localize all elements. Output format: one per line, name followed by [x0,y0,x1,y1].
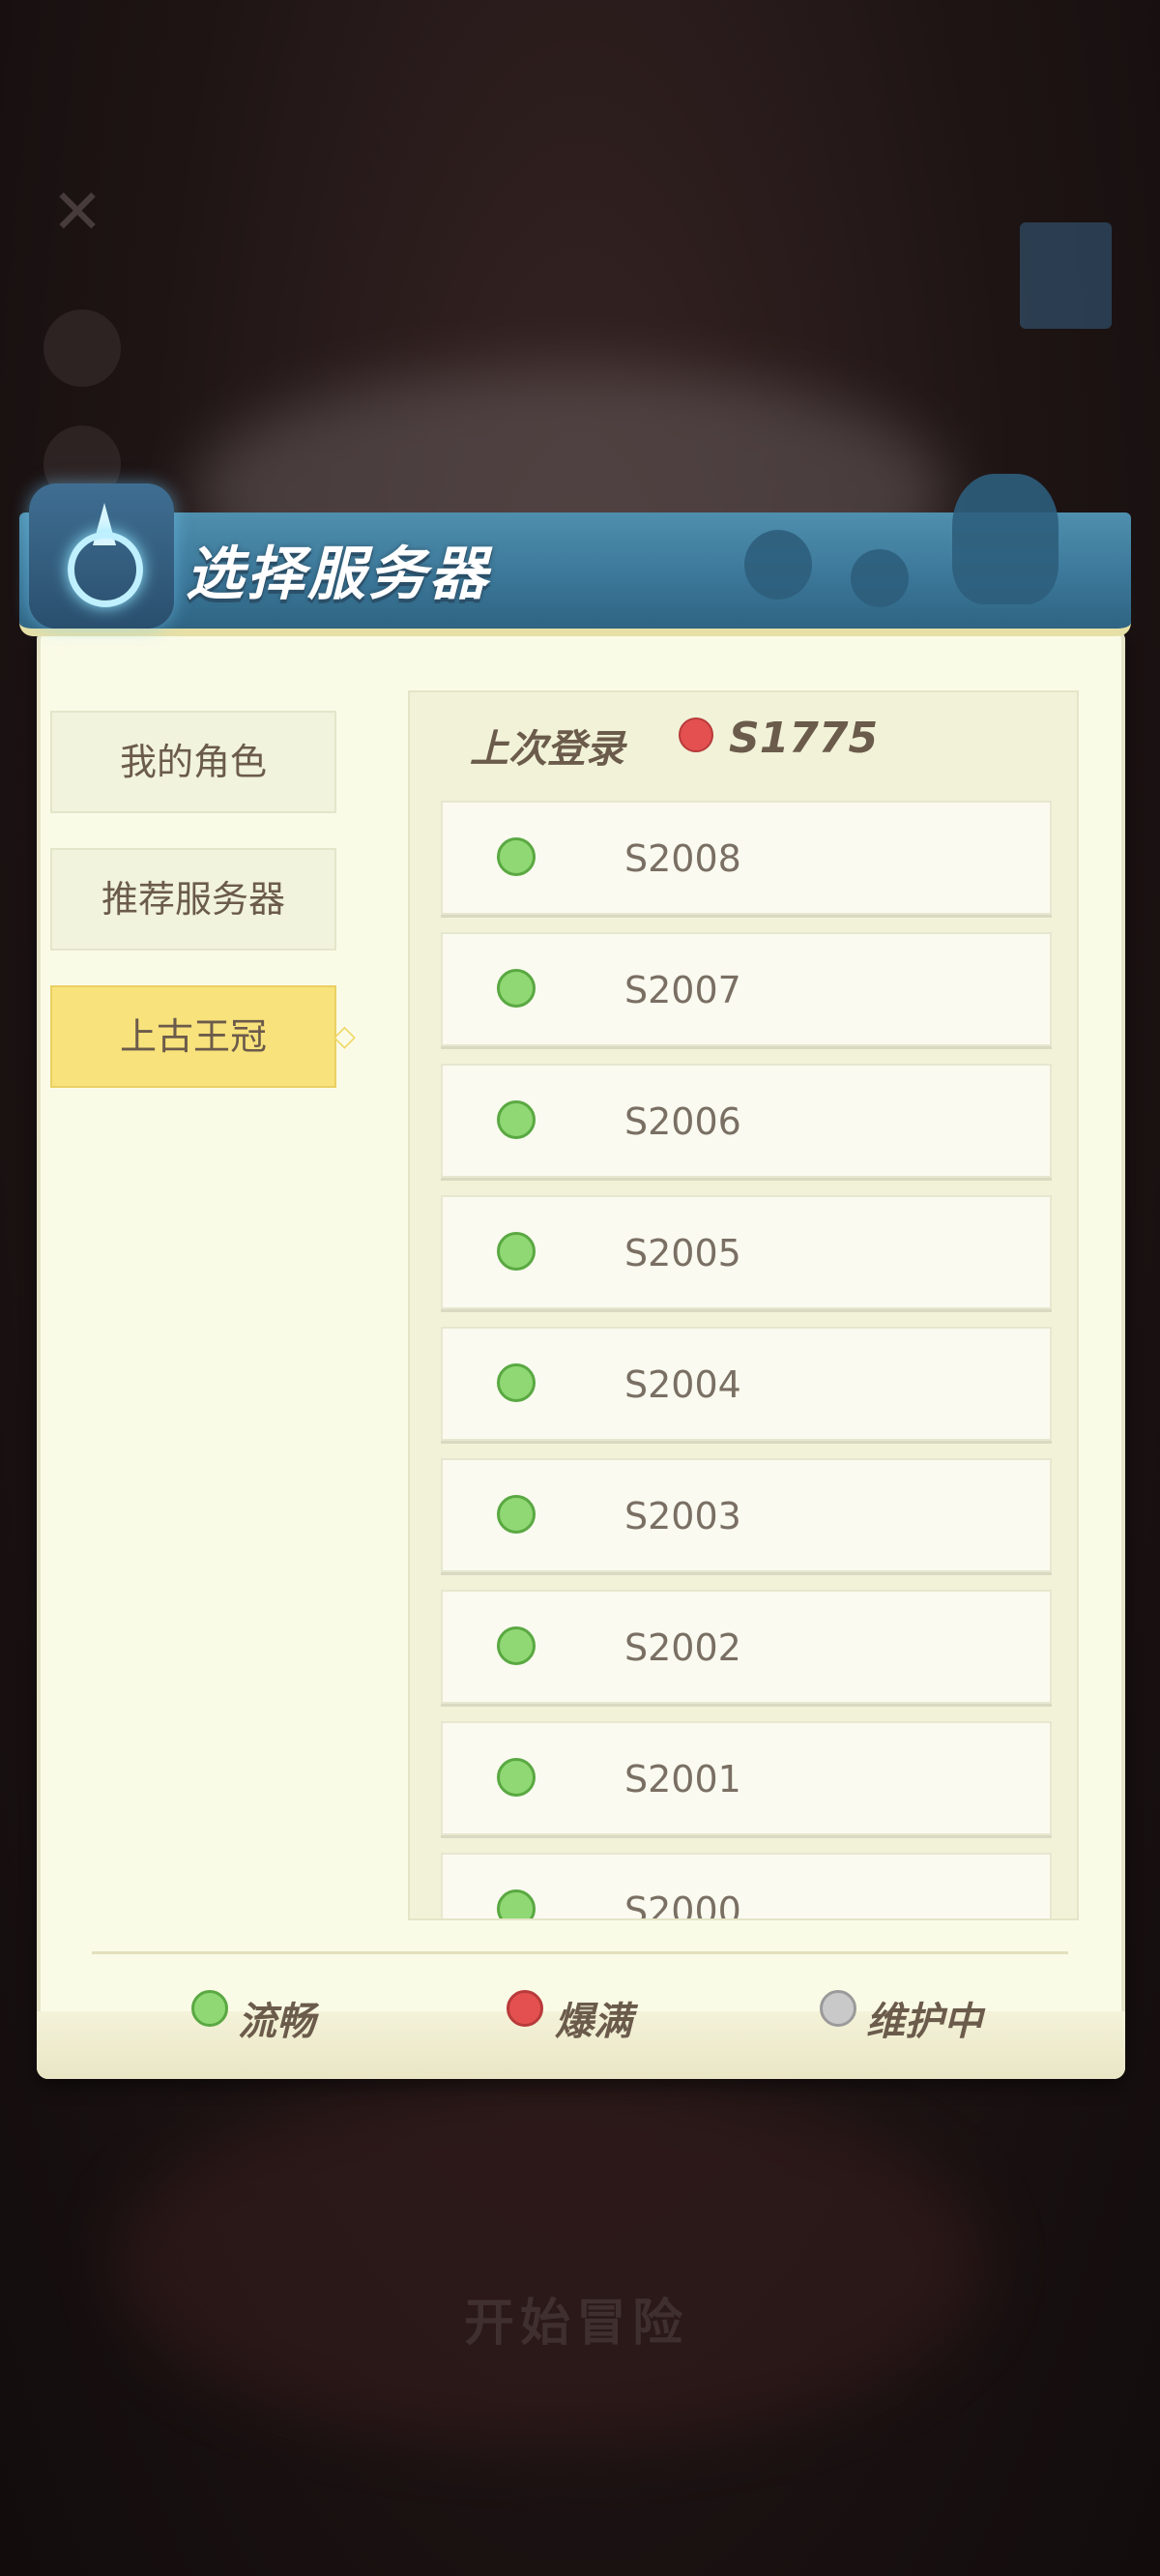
status-dot-smooth [497,1626,536,1665]
background-blur [116,2079,986,2446]
server-row[interactable]: S2000 [441,1853,1052,1920]
server-name: S2008 [624,837,741,880]
server-row[interactable]: S2002 [441,1590,1052,1704]
last-login-label: 上次登录 [470,727,624,772]
status-dot-smooth [497,1100,536,1139]
server-row[interactable]: S2007 [441,932,1052,1046]
server-name: S2006 [624,1100,741,1143]
tab-ancient-crown[interactable]: 上古王冠 ◇ [50,985,356,1088]
server-row[interactable]: S2008 [441,801,1052,915]
banner-character-decoration [744,530,812,600]
legend-smooth-label: 流畅 [238,2000,315,2044]
dialog-title: 选择服务器 [186,541,490,608]
server-row[interactable]: S2003 [441,1458,1052,1572]
server-name: S2001 [624,1758,741,1800]
status-dot-smooth [497,837,536,876]
tab-label: 推荐服务器 [101,878,285,921]
server-name: S2002 [624,1626,741,1669]
server-name: S2007 [624,969,741,1011]
last-login-status-dot [679,717,713,752]
server-name: S2003 [624,1495,741,1537]
background-start-label: 开始冒险 [464,2295,689,2353]
legend-full-label: 爆满 [555,2000,632,2044]
banner-character-decoration [952,474,1058,604]
server-list-panel[interactable]: 上次登录 S1775 S2008 S2007 S2006 S2005 S2004… [408,690,1079,1920]
status-dot-smooth [497,1495,536,1534]
legend-maintenance-dot [820,1990,856,2027]
server-name: S2005 [624,1232,741,1274]
background-close-icon: ✕ [51,177,103,249]
server-emblem-icon [29,483,174,629]
tab-recommended-servers[interactable]: 推荐服务器 [50,848,336,951]
background-round-icon [44,309,121,387]
legend-maintenance-label: 维护中 [866,2000,982,2044]
server-row[interactable]: S2006 [441,1064,1052,1178]
background-event-icon [1020,222,1112,329]
server-row[interactable]: S2005 [441,1195,1052,1309]
server-row[interactable]: S2004 [441,1327,1052,1441]
active-tab-indicator-icon: ◇ [333,1019,356,1053]
legend-divider [92,1951,1068,1954]
server-row[interactable]: S2001 [441,1721,1052,1835]
status-dot-smooth [497,1889,536,1918]
status-dot-smooth [497,1232,536,1271]
status-dot-smooth [497,969,536,1008]
server-name: S2000 [624,1889,741,1920]
banner-character-decoration [851,549,909,607]
tab-label: 上古王冠 [119,1015,267,1058]
status-dot-smooth [497,1363,536,1402]
server-name: S2004 [624,1363,741,1406]
tab-label: 我的角色 [119,741,267,783]
legend-smooth-dot [191,1990,228,2027]
last-login-server[interactable]: S1775 [729,714,878,763]
legend-full-dot [507,1990,543,2027]
status-dot-smooth [497,1758,536,1797]
tab-my-characters[interactable]: 我的角色 [50,711,336,813]
